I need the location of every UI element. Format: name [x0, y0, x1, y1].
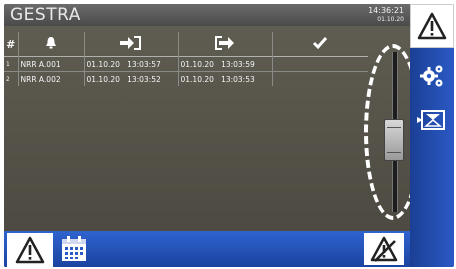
table-row[interactable]: 2 NRR A.002 01.10.20 13:03:52 01.10.20 1… — [4, 71, 368, 86]
clock-time: 14:36:21 — [368, 6, 404, 15]
brand-logo: GESTRA — [10, 5, 81, 25]
table-row[interactable]: 1 NRR A.001 01.10.20 13:03:57 01.10.20 1… — [4, 56, 368, 72]
ack-cell — [272, 71, 368, 86]
went-timestamp: 01.10.20 13:03:59 — [178, 56, 273, 72]
col-came-header[interactable] — [84, 32, 179, 57]
went-timestamp: 01.10.20 13:03:53 — [178, 71, 273, 86]
alarm-list-button[interactable] — [7, 233, 53, 267]
right-sidebar — [410, 4, 454, 267]
arrow-out-icon — [215, 36, 234, 50]
arrow-in-icon — [120, 36, 141, 50]
alarm-log-table: # 1 NRR A.001 01.10.20 13:03:57 01.10.20… — [4, 32, 368, 86]
row-number: 1 — [4, 56, 19, 72]
header-bar: GESTRA 14:36:21 01.10.20 — [4, 4, 410, 26]
bell-icon — [46, 37, 56, 49]
sidebar-reset-button[interactable] — [410, 100, 454, 140]
alarm-name: NRR A.001 — [18, 56, 85, 72]
calendar-icon — [62, 236, 86, 261]
came-timestamp: 01.10.20 13:03:52 — [84, 71, 179, 86]
col-ack-header[interactable] — [272, 32, 368, 57]
crossed-warning-icon — [370, 236, 398, 262]
hourglass-reset-icon — [417, 110, 445, 130]
alarm-off-button[interactable] — [364, 233, 404, 265]
hmi-screen: GESTRA 14:36:21 01.10.20 # 1 NRR A.001 0… — [4, 4, 454, 267]
col-went-header[interactable] — [178, 32, 273, 57]
ack-cell — [272, 56, 368, 72]
clock-date: 01.10.20 — [377, 16, 404, 23]
came-timestamp: 01.10.20 13:03:57 — [84, 56, 179, 72]
table-header-row: # — [4, 32, 368, 57]
gears-icon — [420, 65, 443, 87]
calendar-button[interactable] — [58, 233, 90, 265]
clock: 14:36:21 01.10.20 — [368, 6, 404, 24]
alarm-log-panel: # 1 NRR A.001 01.10.20 13:03:57 01.10.20… — [4, 26, 410, 231]
col-number-header: # — [4, 32, 19, 57]
sidebar-warning-button[interactable] — [410, 4, 454, 48]
row-number: 2 — [4, 71, 19, 86]
warning-icon — [417, 12, 447, 40]
checkmark-icon — [313, 37, 328, 50]
alarm-name: NRR A.002 — [18, 71, 85, 86]
bottom-toolbar — [4, 231, 410, 267]
sidebar-settings-button[interactable] — [410, 54, 454, 98]
warning-icon — [15, 236, 45, 264]
col-alarm-header[interactable] — [18, 32, 85, 57]
